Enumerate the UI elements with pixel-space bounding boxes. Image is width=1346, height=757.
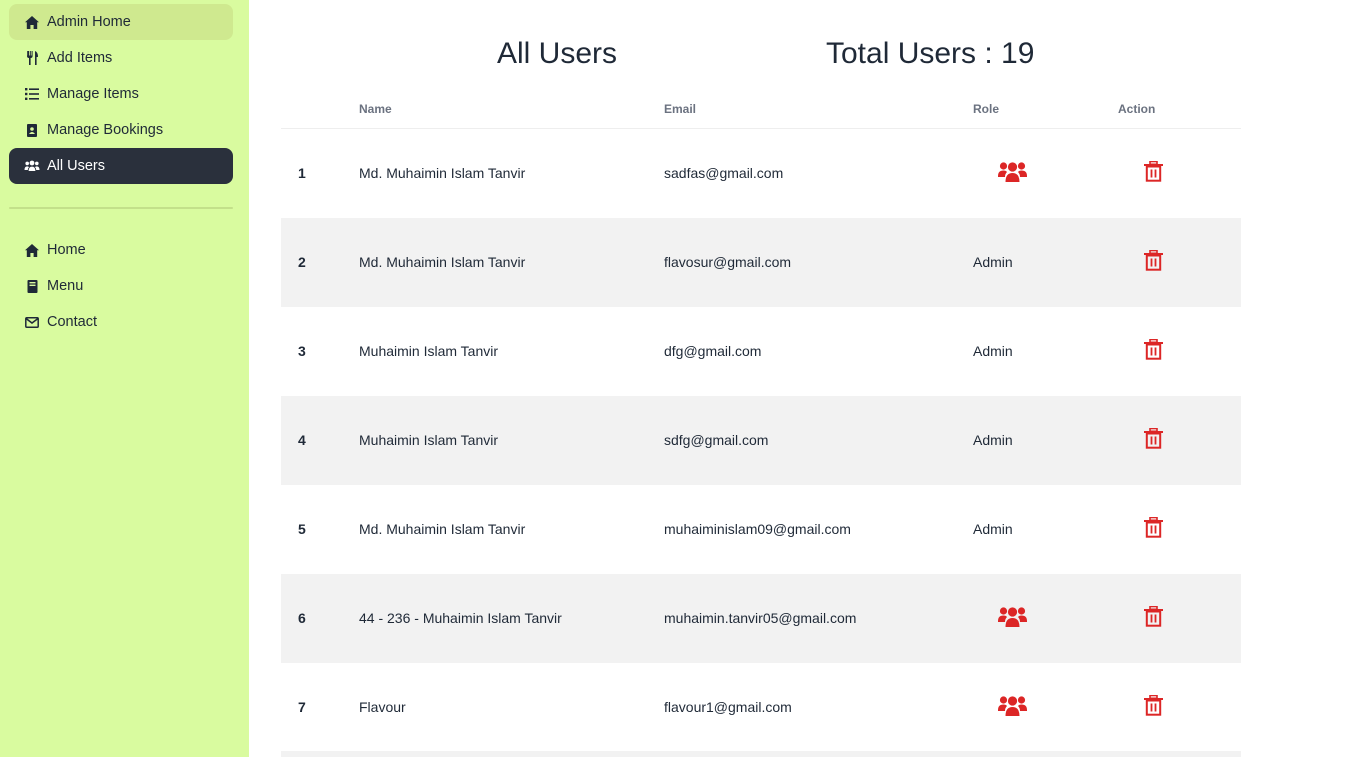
row-index: 4 — [298, 432, 306, 448]
row-index: 7 — [298, 699, 306, 715]
trash-icon — [1144, 516, 1163, 538]
user-name: Muhaimin Islam Tanvir — [359, 343, 499, 359]
user-name: Muhaimin Islam Tanvir — [359, 432, 499, 448]
make-admin-button[interactable] — [998, 694, 1027, 719]
table-row: 7 Flavour flavour1@gmail.com — [281, 663, 1241, 752]
utensils-icon — [24, 50, 40, 66]
user-email: flavosur@gmail.com — [664, 254, 792, 270]
user-email: dfg@gmail.com — [664, 343, 762, 359]
sidebar-divider — [9, 207, 233, 209]
row-index: 5 — [298, 521, 306, 537]
row-index: 1 — [298, 165, 306, 181]
delete-user-button[interactable] — [1143, 516, 1164, 541]
delete-user-button[interactable] — [1143, 160, 1164, 185]
trash-icon — [1144, 160, 1163, 182]
sidebar-item-home[interactable]: Home — [9, 232, 233, 268]
sidebar-item-label: Menu — [47, 278, 84, 294]
column-header-email: Email — [664, 102, 697, 116]
home-icon — [24, 242, 40, 258]
users-icon — [998, 696, 1027, 716]
user-name: 44 - 236 - Muhaimin Islam Tanvir — [359, 610, 562, 626]
user-email: flavour1@gmail.com — [664, 699, 792, 715]
trash-icon — [1144, 427, 1163, 449]
column-header-name: Name — [359, 102, 392, 116]
table-row: 4 Muhaimin Islam Tanvir sdfg@gmail.com A… — [281, 396, 1241, 485]
sidebar-item-all-users[interactable]: All Users — [9, 148, 233, 184]
user-name: Md. Muhaimin Islam Tanvir — [359, 521, 526, 537]
sidebar: Admin Home Add Items Manage Items Manage… — [0, 0, 249, 757]
table-row-partial — [281, 751, 1241, 757]
table-header: Name Email Role Action — [281, 91, 1241, 129]
trash-icon — [1144, 605, 1163, 627]
sidebar-item-manage-items[interactable]: Manage Items — [9, 76, 233, 112]
sidebar-item-label: Home — [47, 242, 86, 258]
users-icon — [998, 607, 1027, 627]
user-name: Md. Muhaimin Islam Tanvir — [359, 254, 526, 270]
row-index: 3 — [298, 343, 306, 359]
user-email: sadfas@gmail.com — [664, 165, 784, 181]
menu-book-icon — [24, 278, 40, 294]
table-row: 6 44 - 236 - Muhaimin Islam Tanvir muhai… — [281, 574, 1241, 663]
user-role: Admin — [973, 521, 1013, 537]
sidebar-item-label: Manage Items — [47, 86, 139, 102]
delete-user-button[interactable] — [1143, 694, 1164, 719]
delete-user-button[interactable] — [1143, 249, 1164, 274]
sidebar-item-label: Add Items — [47, 50, 113, 66]
users-icon — [998, 162, 1027, 182]
page-title: All Users — [497, 37, 618, 70]
user-role: Admin — [973, 343, 1013, 359]
sidebar-item-menu[interactable]: Menu — [9, 268, 233, 304]
table-row: 5 Md. Muhaimin Islam Tanvir muhaiminisla… — [281, 485, 1241, 574]
table-row: 2 Md. Muhaimin Islam Tanvir flavosur@gma… — [281, 218, 1241, 307]
user-email: muhaimin.tanvir05@gmail.com — [664, 610, 857, 626]
table-row: 3 Muhaimin Islam Tanvir dfg@gmail.com Ad… — [281, 307, 1241, 396]
delete-user-button[interactable] — [1143, 605, 1164, 630]
sidebar-item-label: Contact — [47, 314, 97, 330]
user-role: Admin — [973, 254, 1013, 270]
sidebar-item-label: Admin Home — [47, 14, 131, 30]
sidebar-item-contact[interactable]: Contact — [9, 304, 233, 340]
users-table: Name Email Role Action 1 Md. Muhaimin Is… — [281, 91, 1241, 752]
make-admin-button[interactable] — [998, 160, 1027, 185]
total-users-count: Total Users : 19 — [826, 37, 1035, 70]
users-icon — [24, 158, 40, 174]
delete-user-button[interactable] — [1143, 338, 1164, 363]
trash-icon — [1144, 338, 1163, 360]
book-icon — [24, 122, 40, 138]
sidebar-item-manage-bookings[interactable]: Manage Bookings — [9, 112, 233, 148]
list-icon — [24, 86, 40, 102]
user-name: Md. Muhaimin Islam Tanvir — [359, 165, 526, 181]
sidebar-item-label: Manage Bookings — [47, 122, 164, 138]
row-index: 6 — [298, 610, 306, 626]
column-header-action: Action — [1118, 102, 1156, 116]
home-icon — [24, 14, 40, 30]
trash-icon — [1144, 694, 1163, 716]
table-row: 1 Md. Muhaimin Islam Tanvir sadfas@gmail… — [281, 129, 1241, 218]
delete-user-button[interactable] — [1143, 427, 1164, 452]
row-index: 2 — [298, 254, 306, 270]
sidebar-item-label: All Users — [47, 158, 106, 174]
user-email: sdfg@gmail.com — [664, 432, 769, 448]
sidebar-item-add-items[interactable]: Add Items — [9, 40, 233, 76]
trash-icon — [1144, 249, 1163, 271]
user-role: Admin — [973, 432, 1013, 448]
column-header-role: Role — [973, 102, 1000, 116]
make-admin-button[interactable] — [998, 605, 1027, 630]
mail-icon — [24, 314, 40, 330]
user-name: Flavour — [359, 699, 406, 715]
sidebar-item-admin-home[interactable]: Admin Home — [9, 4, 233, 40]
user-email: muhaiminislam09@gmail.com — [664, 521, 851, 537]
